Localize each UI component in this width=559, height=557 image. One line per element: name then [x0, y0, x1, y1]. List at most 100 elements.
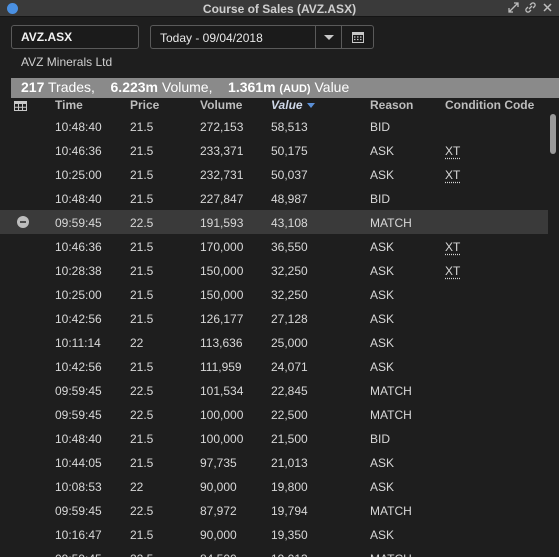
cell-volume: 100,000 — [200, 408, 244, 422]
cell-reason: BID — [370, 120, 391, 134]
cell-time: 10:11:14 — [55, 336, 101, 350]
cell-volume: 100,000 — [200, 432, 244, 446]
more-options-icon[interactable] — [17, 216, 29, 228]
cell-volume: 233,371 — [200, 144, 244, 158]
calendar-icon — [352, 32, 364, 43]
cell-price: 21.5 — [130, 456, 154, 470]
link-icon[interactable] — [525, 2, 536, 13]
cell-volume: 227,847 — [200, 192, 244, 206]
table-row[interactable]: 10:44:05 21.5 97,735 21,013 ASK — [0, 450, 548, 474]
volume-label: Volume, — [161, 79, 213, 95]
cell-price: 22 — [130, 336, 144, 350]
cell-volume: 84,500 — [200, 552, 237, 557]
date-select[interactable]: Today - 09/04/2018 — [150, 25, 316, 49]
table-row[interactable]: 10:25:00 21.5 232,731 50,037 ASK XT — [0, 162, 548, 186]
table-row[interactable]: 10:48:40 21.5 227,847 48,987 BID — [0, 186, 548, 210]
col-reason[interactable]: Reason — [370, 98, 413, 112]
cell-time: 10:48:40 — [55, 120, 102, 134]
cell-time: 10:42:56 — [55, 312, 102, 326]
trades-label: Trades, — [48, 79, 95, 95]
volume-value: 6.223m — [110, 79, 158, 95]
date-dropdown-button[interactable] — [315, 25, 342, 49]
cell-time: 10:42:56 — [55, 360, 102, 374]
cell-condition-code[interactable]: XT — [445, 144, 460, 158]
security-code-input[interactable] — [11, 25, 139, 49]
table-row[interactable]: 10:08:53 22 90,000 19,800 ASK — [0, 474, 548, 498]
table-row[interactable]: 10:42:56 21.5 111,959 24,071 ASK — [0, 354, 548, 378]
cell-volume: 232,731 — [200, 168, 244, 182]
cell-value: 32,250 — [271, 264, 308, 278]
cell-value: 21,013 — [271, 456, 308, 470]
cell-price: 21.5 — [130, 192, 154, 206]
cell-reason: ASK — [370, 312, 395, 326]
cell-value: 58,513 — [271, 120, 308, 134]
cell-volume: 87,972 — [200, 504, 237, 518]
cell-reason: ASK — [370, 144, 395, 158]
table-row[interactable]: 10:48:40 21.5 272,153 58,513 BID — [0, 114, 548, 138]
cell-time: 10:25:00 — [55, 168, 102, 182]
cell-reason: ASK — [370, 528, 395, 542]
cell-time: 09:59:45 — [55, 384, 102, 398]
cell-reason: ASK — [370, 240, 395, 254]
chevron-down-icon — [324, 35, 334, 40]
cell-value: 50,175 — [271, 144, 308, 158]
table-row[interactable]: 10:28:38 21.5 150,000 32,250 ASK XT — [0, 258, 548, 282]
col-volume[interactable]: Volume — [200, 98, 242, 112]
cell-volume: 191,593 — [200, 216, 244, 230]
table-row[interactable]: 09:59:45 22.5 191,593 43,108 MATCH — [0, 210, 548, 234]
table-row[interactable]: 10:25:00 21.5 150,000 32,250 ASK — [0, 282, 548, 306]
cell-price: 21.5 — [130, 432, 154, 446]
table-row[interactable]: 09:59:45 22.5 87,972 19,794 MATCH — [0, 498, 548, 522]
table-row[interactable]: 10:48:40 21.5 100,000 21,500 BID — [0, 426, 548, 450]
cell-price: 21.5 — [130, 168, 154, 182]
vertical-scrollbar[interactable] — [550, 114, 556, 154]
table-row[interactable]: 09:59:45 22.5 100,000 22,500 MATCH — [0, 402, 548, 426]
cell-time: 09:59:45 — [55, 408, 102, 422]
cell-reason: ASK — [370, 480, 395, 494]
cell-time: 10:48:40 — [55, 432, 102, 446]
close-icon[interactable] — [542, 2, 553, 13]
cell-price: 21.5 — [130, 120, 154, 134]
expand-icon[interactable] — [508, 2, 519, 13]
table-row[interactable]: 10:42:56 21.5 126,177 27,128 ASK — [0, 306, 548, 330]
col-price[interactable]: Price — [130, 98, 159, 112]
col-time[interactable]: Time — [55, 98, 83, 112]
summary-bar: 217 Trades, 6.223m Volume, 1.361m (AUD) … — [11, 78, 559, 98]
cell-volume: 272,153 — [200, 120, 244, 134]
window-title: Course of Sales (AVZ.ASX) — [202, 2, 357, 16]
cell-value: 21,500 — [271, 432, 308, 446]
cell-value: 19,794 — [271, 504, 308, 518]
cell-condition-code[interactable]: XT — [445, 264, 460, 278]
cell-value: 22,845 — [271, 384, 308, 398]
value-total: 1.361m — [228, 79, 276, 95]
cell-volume: 90,000 — [200, 480, 237, 494]
cell-condition-code[interactable]: XT — [445, 240, 460, 254]
cell-value: 19,350 — [271, 528, 308, 542]
cell-reason: MATCH — [370, 216, 412, 230]
cell-volume: 97,735 — [200, 456, 237, 470]
cell-reason: BID — [370, 432, 391, 446]
cell-reason: MATCH — [370, 552, 412, 557]
cell-price: 21.5 — [130, 312, 154, 326]
toolbar: Today - 09/04/2018 AVZ Minerals Ltd — [0, 17, 559, 78]
cell-volume: 111,959 — [200, 360, 242, 374]
cell-condition-code[interactable]: XT — [445, 168, 460, 182]
calendar-button[interactable] — [341, 25, 374, 49]
table-row[interactable]: 10:46:36 21.5 170,000 36,550 ASK XT — [0, 234, 548, 258]
cell-volume: 113,636 — [200, 336, 243, 350]
cell-volume: 90,000 — [200, 528, 237, 542]
col-value[interactable]: Value — [271, 98, 315, 112]
table-row[interactable]: 10:11:14 22 113,636 25,000 ASK — [0, 330, 548, 354]
cell-reason: ASK — [370, 360, 395, 374]
table-row[interactable]: 10:46:36 21.5 233,371 50,175 ASK XT — [0, 138, 548, 162]
cell-price: 22.5 — [130, 552, 153, 557]
table-row[interactable]: 09:59:45 22.5 101,534 22,845 MATCH — [0, 378, 548, 402]
cell-price: 21.5 — [130, 240, 154, 254]
cell-price: 22.5 — [130, 408, 154, 422]
cell-reason: ASK — [370, 336, 395, 350]
table-row[interactable]: 10:16:47 21.5 90,000 19,350 ASK — [0, 522, 548, 546]
col-condition-code[interactable]: Condition Code — [445, 98, 534, 112]
cell-value: 50,037 — [271, 168, 308, 182]
cell-time: 10:25:00 — [55, 288, 102, 302]
table-row[interactable]: 09:59:45 22.5 84,500 19,013 MATCH — [0, 546, 548, 557]
